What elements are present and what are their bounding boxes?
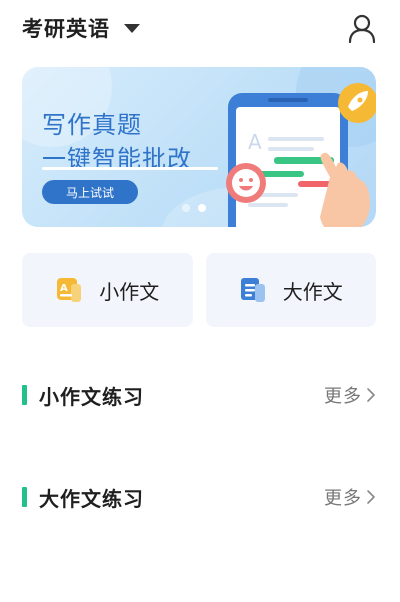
section-accent-bar <box>22 487 27 507</box>
large-essay-practice-section: 大作文练习 更多 <box>22 482 376 512</box>
svg-text:A: A <box>60 283 68 294</box>
more-button[interactable]: 更多 <box>324 382 376 408</box>
page-title: 考研英语 <box>22 17 110 41</box>
section-header: 小作文练习 <box>22 381 144 410</box>
chevron-right-icon <box>367 490 375 504</box>
small-essay-icon: A <box>57 278 82 302</box>
svg-text:A: A <box>248 130 262 154</box>
essay-type-cards: A 小作文 大作文 <box>22 253 376 327</box>
phone-grading-illustration: A <box>226 83 376 227</box>
exam-selector[interactable]: 考研英语 <box>22 12 140 44</box>
top-bar: 考研英语 <box>0 0 400 56</box>
section-title: 大作文练习 <box>39 486 144 511</box>
promo-banner[interactable]: 写作真题 一键智能批改 马上试试 A <box>22 67 376 227</box>
section-accent-bar <box>22 385 27 405</box>
caret-down-icon <box>124 23 140 33</box>
large-essay-icon <box>240 278 265 302</box>
more-label: 更多 <box>324 386 362 407</box>
chevron-right-icon <box>367 388 375 402</box>
user-button[interactable] <box>346 12 378 44</box>
carousel-dot[interactable] <box>182 204 190 212</box>
banner-underline <box>42 167 218 170</box>
small-essay-label: 小作文 <box>99 279 160 304</box>
large-essay-label: 大作文 <box>282 279 343 304</box>
large-essay-card[interactable]: 大作文 <box>205 253 376 327</box>
more-button[interactable]: 更多 <box>324 484 376 510</box>
more-label: 更多 <box>324 488 362 509</box>
section-title: 小作文练习 <box>39 384 144 409</box>
banner-headline: 写作真题 <box>42 111 142 139</box>
try-now-button[interactable]: 马上试试 <box>42 180 138 204</box>
user-icon <box>348 14 376 44</box>
small-essay-practice-section: 小作文练习 更多 <box>22 380 376 410</box>
small-essay-card[interactable]: A 小作文 <box>22 253 193 327</box>
section-header: 大作文练习 <box>22 483 144 512</box>
